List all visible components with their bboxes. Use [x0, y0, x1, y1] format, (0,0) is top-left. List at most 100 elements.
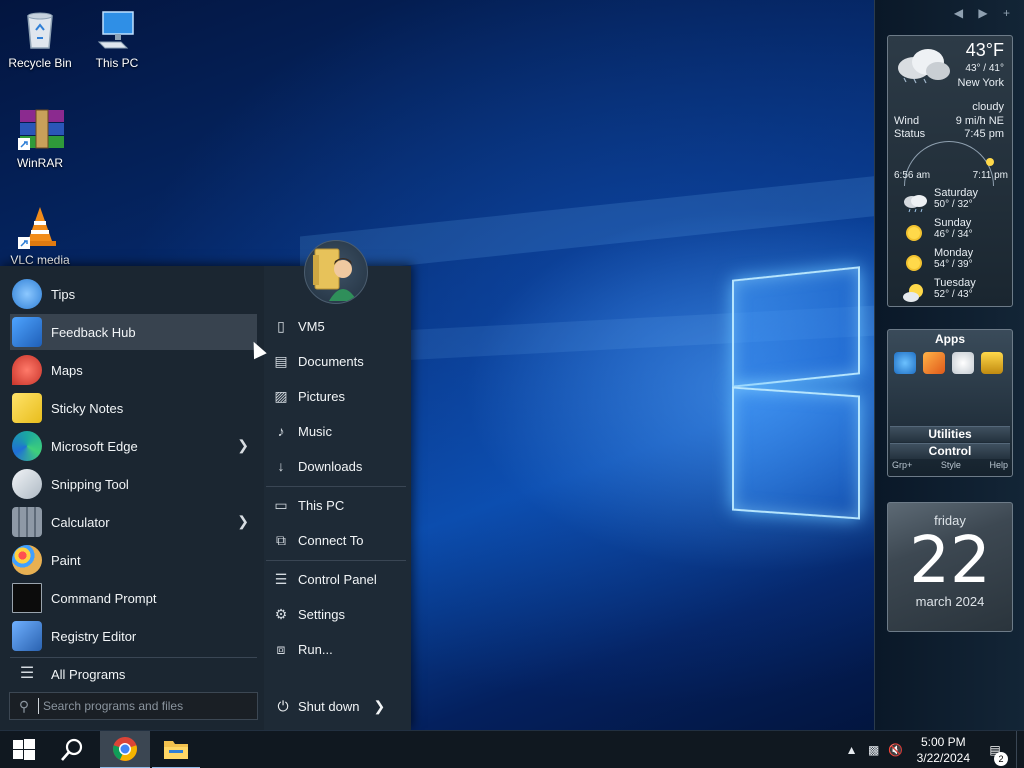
- places-divider: [266, 560, 406, 561]
- connect-to-icon: ⧉: [276, 531, 286, 548]
- system-tray: ▲ ▩ 🔇 5:00 PM 3/22/2024 ▤ 2: [841, 731, 1024, 768]
- media-player-icon[interactable]: [923, 352, 945, 374]
- taskbar-search-button[interactable]: [48, 731, 96, 768]
- taskbar-chrome-button[interactable]: [100, 731, 150, 768]
- sticky-notes-icon: [12, 393, 42, 423]
- app-label: Tips: [51, 286, 76, 302]
- style-link[interactable]: Style: [941, 460, 961, 470]
- forecast-temps: 54° / 39°: [934, 259, 973, 270]
- notification-count-badge: 2: [994, 752, 1008, 766]
- app-label: Snipping Tool: [51, 476, 129, 492]
- notifications-button[interactable]: ▤ 2: [980, 743, 1010, 766]
- status-value: 7:45 pm: [964, 128, 1004, 140]
- wind-label: Wind: [894, 115, 920, 127]
- start-place-documents[interactable]: ▤ Documents: [268, 346, 404, 376]
- group-add-link[interactable]: Grp+: [892, 460, 912, 470]
- control-button[interactable]: Control: [890, 443, 1010, 459]
- forecast-day: Monday: [934, 247, 974, 259]
- desktop-icon-label: WinRAR: [16, 156, 63, 170]
- chevron-right-icon[interactable]: ❯: [237, 437, 249, 454]
- feedback-hub-icon: [12, 317, 42, 347]
- volume-muted-icon[interactable]: 🔇: [885, 743, 907, 757]
- start-app-paint[interactable]: Paint: [10, 542, 257, 578]
- shutdown-button[interactable]: ⏻ Shut down ❯: [268, 692, 404, 720]
- calendar-gadget[interactable]: friday 22 march 2024: [887, 502, 1013, 632]
- place-label: Run...: [298, 641, 333, 657]
- utilities-button[interactable]: Utilities: [890, 426, 1010, 442]
- user-avatar[interactable]: [304, 240, 368, 304]
- command-prompt-icon: [12, 583, 42, 613]
- maps-icon: [12, 355, 42, 385]
- weather-status-row: Status 7:45 pm: [894, 128, 1004, 140]
- start-app-calculator[interactable]: Calculator ❯: [10, 504, 257, 540]
- start-button[interactable]: [0, 731, 48, 768]
- weather-high-low: 43° / 41°: [965, 63, 1004, 74]
- start-place-run[interactable]: ⧈ Run...: [268, 634, 404, 664]
- start-place-control-panel[interactable]: ☰ Control Panel: [268, 564, 404, 594]
- desktop-icon-recycle-bin[interactable]: Recycle Bin: [0, 8, 80, 70]
- desktop-icon-this-pc[interactable]: This PC: [77, 8, 157, 70]
- sun-times: 6:56 am 7:11 pm: [894, 170, 1008, 181]
- place-label: Pictures: [298, 388, 345, 404]
- start-place-this-pc[interactable]: ▭ This PC: [268, 490, 404, 520]
- help-link[interactable]: Help: [989, 460, 1008, 470]
- chevron-right-icon[interactable]: ❯: [237, 513, 249, 530]
- start-app-registry-editor[interactable]: Registry Editor: [10, 618, 257, 654]
- text-caret: [38, 698, 39, 714]
- show-desktop-button[interactable]: [1016, 731, 1024, 768]
- chevron-up-icon[interactable]: ▲: [841, 743, 863, 757]
- windows-logo-wallpaper: [728, 255, 868, 520]
- apps-gadget-title: Apps: [935, 332, 965, 346]
- calendar-month-year: march 2024: [915, 594, 985, 609]
- app-label: Command Prompt: [51, 590, 157, 606]
- trophy-icon[interactable]: [981, 352, 1003, 374]
- wind-value: 9 mi/h NE: [955, 115, 1004, 127]
- start-place-music[interactable]: ♪ Music: [268, 416, 404, 446]
- chrome-icon: [113, 737, 137, 761]
- start-place-pictures[interactable]: ▨ Pictures: [268, 381, 404, 411]
- start-app-snipping-tool[interactable]: Snipping Tool: [10, 466, 257, 502]
- windows-icon: [13, 739, 35, 760]
- gadget-sidebar: ◀ ▶ + 43°F 43° / 41° New York cloudy Win…: [874, 0, 1024, 730]
- taskbar-file-explorer-button[interactable]: [152, 731, 200, 768]
- clock-date: 3/22/2024: [916, 751, 970, 765]
- start-app-command-prompt[interactable]: Command Prompt: [10, 580, 257, 616]
- forecast-day: Tuesday: [934, 277, 976, 289]
- apps-gadget-footer: Grp+ Style Help: [892, 460, 1008, 470]
- start-app-sticky-notes[interactable]: Sticky Notes: [10, 390, 257, 426]
- winrar-icon: [18, 108, 64, 152]
- app-label: Maps: [51, 362, 83, 378]
- start-place-connect-to[interactable]: ⧉ Connect To: [268, 525, 404, 555]
- network-icon[interactable]: ▩: [863, 743, 885, 757]
- start-menu-app-list: Tips Feedback Hub Maps Sticky Notes Micr…: [0, 266, 264, 730]
- apps-gadget[interactable]: Apps Utilities Control Grp+ Style Help: [887, 329, 1013, 477]
- weather-gadget[interactable]: 43°F 43° / 41° New York cloudy Wind 9 mi…: [887, 35, 1013, 307]
- start-place-settings[interactable]: ⚙ Settings: [268, 599, 404, 629]
- start-app-tips[interactable]: Tips: [10, 276, 257, 312]
- this-pc-icon: [95, 8, 139, 52]
- logo-pane: [732, 386, 860, 520]
- desktop-icon-winrar[interactable]: WinRAR: [0, 108, 80, 170]
- start-place-downloads[interactable]: ↓ Downloads: [268, 451, 404, 481]
- start-app-microsoft-edge[interactable]: Microsoft Edge ❯: [10, 428, 257, 464]
- desktop-icon-vlc[interactable]: VLC media: [0, 205, 80, 267]
- internet-explorer-icon[interactable]: [894, 352, 916, 374]
- start-search-box[interactable]: ⚲ Search programs and files: [9, 692, 258, 720]
- all-programs-button[interactable]: ☰ All Programs: [10, 656, 257, 692]
- cloud-rain-icon: [902, 193, 927, 213]
- taskbar-clock[interactable]: 5:00 PM 3/22/2024: [917, 734, 970, 766]
- chevron-right-icon[interactable]: ❯: [373, 698, 385, 715]
- start-app-feedback-hub[interactable]: Feedback Hub: [10, 314, 257, 350]
- sun-icon: [902, 223, 924, 241]
- start-place-user-folder[interactable]: ▯ VM5: [268, 311, 404, 341]
- sunset-time: 7:11 pm: [972, 170, 1008, 181]
- vlc-icon: [18, 205, 62, 249]
- place-label: Connect To: [298, 532, 364, 548]
- place-label: Control Panel: [298, 571, 377, 587]
- app-label: Calculator: [51, 514, 110, 530]
- paint-palette-icon[interactable]: [952, 352, 974, 374]
- sidebar-nav-controls[interactable]: ◀ ▶ +: [954, 6, 1016, 20]
- recycle-bin-icon: [18, 8, 62, 52]
- start-app-maps[interactable]: Maps: [10, 352, 257, 388]
- search-icon: [61, 738, 83, 761]
